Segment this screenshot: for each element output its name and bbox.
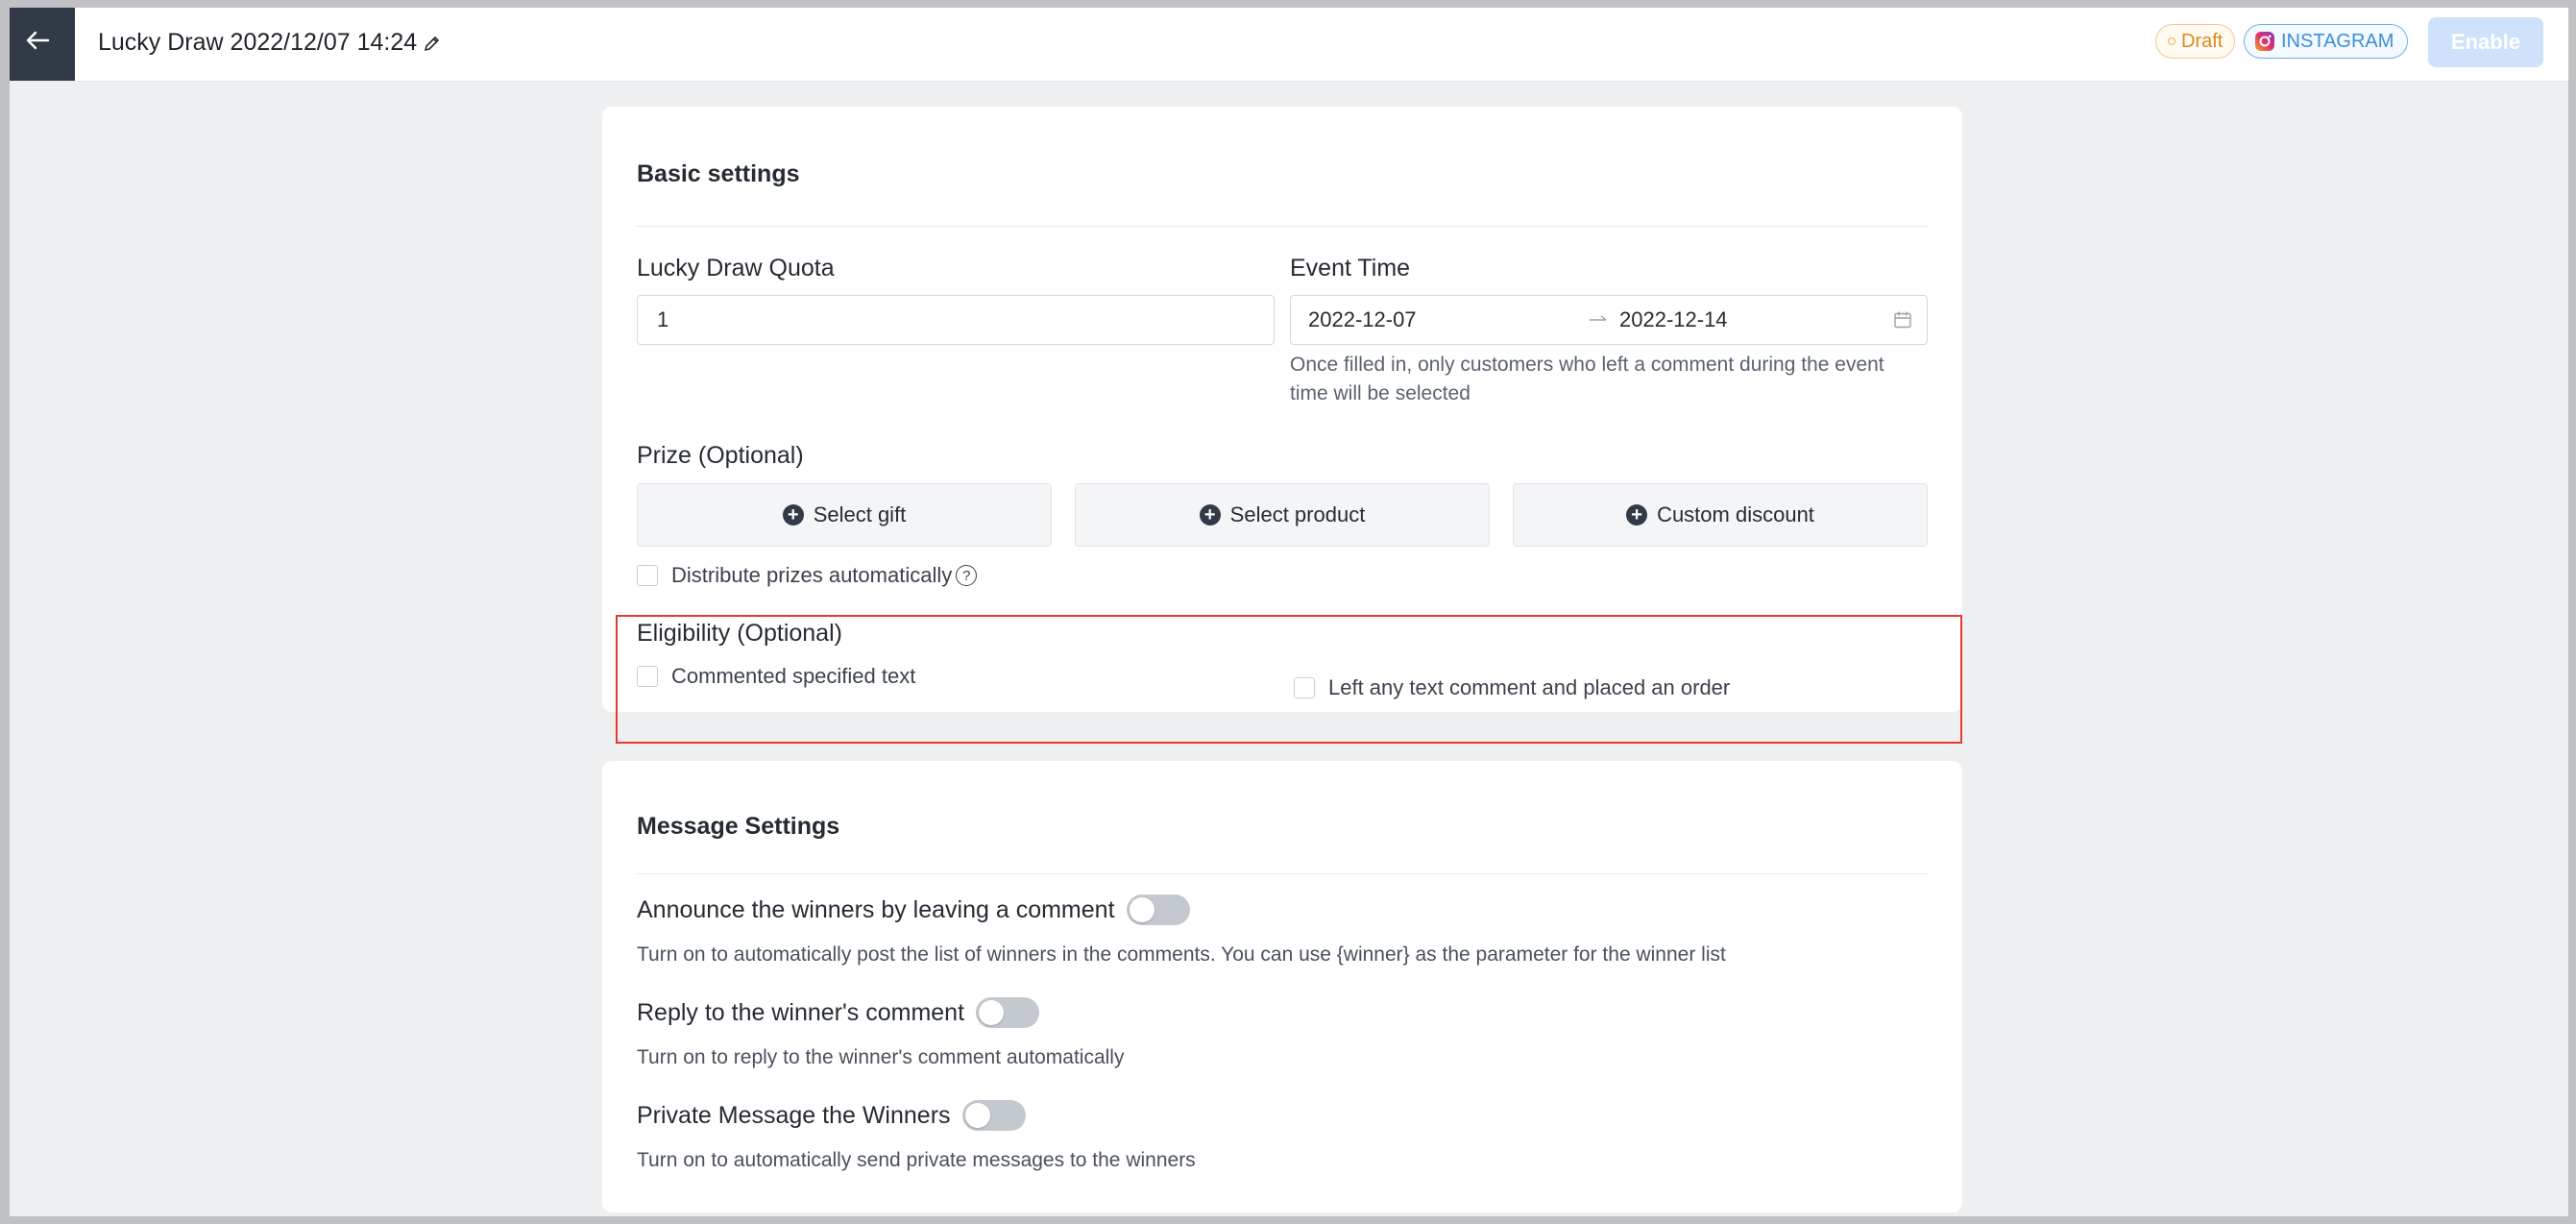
status-badge: Draft — [2155, 24, 2236, 59]
announce-winners-row: Announce the winners by leaving a commen… — [637, 894, 1190, 925]
status-badge-label: Draft — [2181, 30, 2224, 52]
arrow-right-icon — [1590, 315, 1607, 321]
distribute-prizes-label: Distribute prizes automatically — [671, 563, 953, 587]
private-message-row: Private Message the Winners — [637, 1100, 1026, 1131]
select-gift-button[interactable]: + Select gift — [637, 483, 1052, 547]
quota-label: Lucky Draw Quota — [637, 255, 835, 282]
prize-label: Prize (Optional) — [637, 442, 804, 469]
announce-winners-desc: Turn on to automatically post the list o… — [637, 943, 1726, 966]
back-button[interactable] — [10, 8, 75, 81]
select-gift-label: Select gift — [813, 502, 907, 526]
calendar-icon[interactable] — [1893, 310, 1912, 330]
eligibility-option-text: Commented specified text — [637, 664, 915, 689]
help-icon[interactable]: ? — [956, 565, 978, 586]
private-message-label: Private Message the Winners — [637, 1101, 951, 1129]
eligibility-option-order: Left any text comment and placed an orde… — [1294, 675, 1730, 700]
distribute-prizes-checkbox[interactable] — [637, 565, 658, 586]
message-settings-card: Message Settings Announce the winners by… — [602, 761, 1962, 1212]
message-settings-title: Message Settings — [637, 813, 840, 840]
basic-settings-title: Basic settings — [637, 160, 800, 187]
reply-winner-desc: Turn on to reply to the winner's comment… — [637, 1046, 1125, 1068]
divider — [637, 873, 1928, 874]
plus-circle-icon: + — [1626, 504, 1648, 526]
private-message-desc: Turn on to automatically send private me… — [637, 1149, 1196, 1171]
quota-input[interactable]: 1 — [637, 295, 1275, 345]
platform-badge-label: INSTAGRAM — [2281, 30, 2394, 52]
quota-value: 1 — [657, 307, 669, 331]
app-frame: Lucky Draw 2022/12/07 14:24 Draft INSTAG… — [10, 8, 2568, 1216]
page-title: Lucky Draw 2022/12/07 14:24 — [98, 29, 442, 57]
basic-settings-card: Basic settings Lucky Draw Quota 1 Event … — [602, 107, 1962, 712]
event-time-label: Event Time — [1290, 255, 1411, 282]
custom-discount-button[interactable]: + Custom discount — [1513, 483, 1928, 547]
reply-winner-row: Reply to the winner's comment — [637, 997, 1040, 1028]
arrow-left-icon — [26, 31, 50, 50]
plus-circle-icon: + — [782, 504, 804, 526]
custom-discount-label: Custom discount — [1657, 502, 1814, 526]
comment-and-order-checkbox[interactable] — [1294, 677, 1315, 698]
distribute-prizes-row: Distribute prizes automatically ? — [637, 563, 978, 588]
announce-winners-label: Announce the winners by leaving a commen… — [637, 895, 1115, 923]
enable-button[interactable]: Enable — [2428, 17, 2543, 67]
commented-text-label: Commented specified text — [671, 664, 916, 688]
divider — [637, 226, 1928, 227]
end-date: 2022-12-14 — [1619, 307, 1728, 331]
commented-text-checkbox[interactable] — [637, 666, 658, 687]
header-bar: Lucky Draw 2022/12/07 14:24 Draft INSTAG… — [10, 8, 2568, 82]
event-time-hint: Once filled in, only customers who left … — [1290, 354, 1884, 404]
select-product-label: Select product — [1229, 502, 1366, 526]
pencil-icon[interactable] — [423, 34, 442, 53]
reply-winner-label: Reply to the winner's comment — [637, 998, 965, 1026]
private-message-toggle[interactable] — [961, 1100, 1026, 1131]
announce-winners-toggle[interactable] — [1126, 894, 1190, 925]
start-date: 2022-12-07 — [1308, 307, 1417, 331]
status-dot-icon — [2168, 37, 2175, 45]
event-time-range-picker[interactable]: 2022-12-07 2022-12-14 — [1290, 295, 1928, 345]
platform-badge: INSTAGRAM — [2244, 24, 2409, 59]
eligibility-label: Eligibility (Optional) — [637, 620, 842, 647]
reply-winner-toggle[interactable] — [976, 997, 1040, 1028]
select-product-button[interactable]: + Select product — [1075, 483, 1490, 547]
plus-circle-icon: + — [1199, 504, 1221, 526]
comment-and-order-label: Left any text comment and placed an orde… — [1328, 675, 1731, 699]
page-title-text: Lucky Draw 2022/12/07 14:24 — [98, 29, 418, 56]
instagram-icon — [2255, 32, 2274, 51]
